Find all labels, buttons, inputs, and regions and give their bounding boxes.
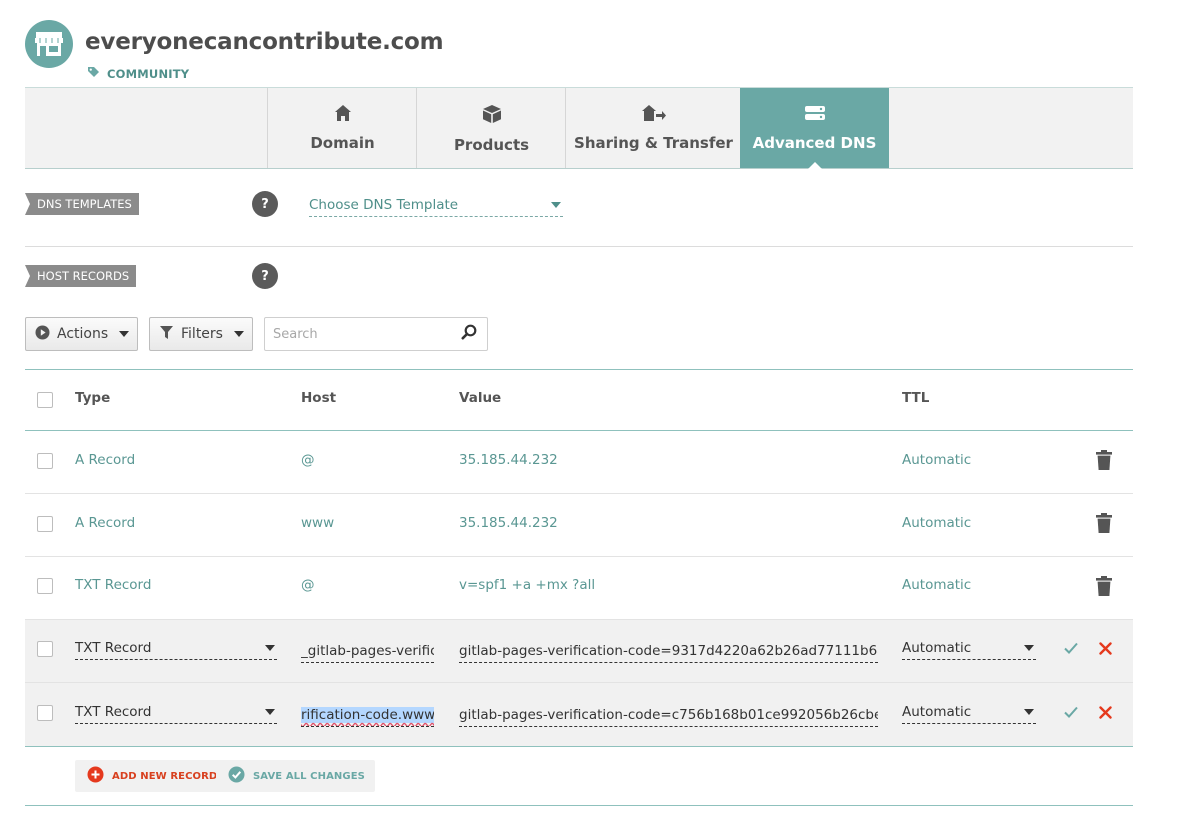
tab-label: Advanced DNS — [752, 134, 877, 152]
ttl-select-value: Automatic — [902, 703, 972, 720]
active-tab-pointer — [807, 162, 822, 169]
record-type-select-value: TXT Record — [75, 639, 152, 656]
chevron-down-icon — [1024, 644, 1034, 651]
home-icon — [334, 104, 352, 126]
host-input[interactable]: _gitlab-pages-verific — [301, 639, 434, 663]
search-icon[interactable] — [461, 324, 477, 344]
record-type[interactable]: A Record — [75, 515, 135, 531]
chevron-down-icon — [1024, 708, 1034, 715]
row-checkbox[interactable] — [37, 641, 53, 657]
table-row[interactable]: A Record @ 35.185.44.232 Automatic — [25, 431, 1133, 494]
trash-icon[interactable] — [1096, 450, 1112, 470]
select-all-checkbox[interactable] — [37, 392, 53, 408]
tab-label: Domain — [310, 134, 375, 152]
trash-icon[interactable] — [1096, 576, 1112, 596]
column-header-value[interactable]: Value — [459, 390, 501, 406]
search-box — [264, 317, 488, 351]
chevron-down-icon — [233, 331, 244, 337]
actions-label: Actions — [57, 326, 109, 342]
domain-title: everyonecancontribute.com — [85, 29, 444, 55]
record-host[interactable]: @ — [301, 577, 315, 593]
record-value[interactable]: 35.185.44.232 — [459, 452, 558, 468]
column-header-ttl[interactable]: TTL — [902, 390, 929, 406]
table-row[interactable]: TXT Record @ v=spf1 +a +mx ?all Automati… — [25, 557, 1133, 620]
play-circle-icon — [35, 325, 50, 344]
table-top-border — [25, 369, 1133, 370]
table-row-editing[interactable]: TXT Record _gitlab-pages-verific gitlab-… — [25, 620, 1133, 683]
confirm-check-icon[interactable] — [1063, 640, 1079, 656]
house-transfer-icon — [641, 104, 667, 126]
filters-label: Filters — [181, 326, 223, 342]
confirm-check-icon[interactable] — [1063, 704, 1079, 720]
cancel-close-icon[interactable] — [1097, 704, 1113, 720]
add-new-record-label: ADD NEW RECORD — [112, 770, 218, 782]
save-all-changes-button[interactable]: SAVE ALL CHANGES — [216, 760, 375, 792]
check-circle-icon — [228, 766, 245, 787]
add-new-record-button[interactable]: ADD NEW RECORD — [75, 760, 228, 792]
record-host[interactable]: www — [301, 515, 334, 531]
row-checkbox[interactable] — [37, 705, 53, 721]
table-bottom-border — [25, 746, 1133, 747]
domain-tag[interactable]: COMMUNITY — [87, 64, 189, 83]
domain-tabs: Domain Products Sharing & Transfer Advan… — [25, 87, 1133, 169]
section-divider — [25, 246, 1133, 247]
table-row[interactable]: A Record www 35.185.44.232 Automatic — [25, 494, 1133, 557]
record-host[interactable]: @ — [301, 452, 315, 468]
tab-domain[interactable]: Domain — [267, 88, 417, 168]
row-checkbox[interactable] — [37, 578, 53, 594]
record-ttl[interactable]: Automatic — [902, 577, 971, 593]
filters-button[interactable]: Filters — [149, 317, 253, 351]
tab-products[interactable]: Products — [416, 88, 566, 168]
row-checkbox[interactable] — [37, 516, 53, 532]
save-all-changes-label: SAVE ALL CHANGES — [253, 770, 365, 782]
host-records-label: HOST RECORDS — [25, 265, 137, 287]
host-input-selected-text: rification-code.www — [301, 707, 434, 723]
search-input[interactable] — [273, 326, 461, 342]
trash-icon[interactable] — [1096, 513, 1112, 533]
dns-templates-help-icon[interactable]: ? — [252, 191, 278, 217]
tab-label: Products — [453, 136, 530, 154]
record-ttl[interactable]: Automatic — [902, 452, 971, 468]
record-value[interactable]: 35.185.44.232 — [459, 515, 558, 531]
value-input[interactable]: gitlab-pages-verification-code=9317d4220… — [459, 639, 878, 663]
plus-circle-icon — [87, 766, 104, 787]
tab-label: Sharing & Transfer — [574, 134, 733, 152]
server-icon — [803, 104, 827, 126]
record-value[interactable]: v=spf1 +a +mx ?all — [459, 577, 595, 593]
column-header-type[interactable]: Type — [75, 390, 110, 406]
column-header-host[interactable]: Host — [301, 390, 336, 406]
actions-button[interactable]: Actions — [25, 317, 138, 351]
table-row-editing[interactable]: TXT Record rification-code.www gitlab-pa… — [25, 683, 1133, 746]
tag-icon — [87, 64, 100, 83]
chevron-down-icon — [551, 201, 561, 208]
value-input[interactable]: gitlab-pages-verification-code=c756b168b… — [459, 703, 878, 727]
chevron-down-icon — [265, 708, 275, 715]
record-ttl[interactable]: Automatic — [902, 515, 971, 531]
chevron-down-icon — [119, 331, 130, 337]
record-type-select[interactable]: TXT Record — [75, 700, 277, 724]
record-type-select-value: TXT Record — [75, 703, 152, 720]
tab-sharing-transfer[interactable]: Sharing & Transfer — [565, 88, 741, 168]
ttl-select[interactable]: Automatic — [902, 700, 1036, 724]
box-icon — [482, 104, 502, 128]
ttl-select-value: Automatic — [902, 639, 972, 656]
footer-border — [25, 805, 1133, 806]
store-icon — [25, 20, 73, 68]
host-records-help-icon[interactable]: ? — [252, 263, 278, 289]
record-type-select[interactable]: TXT Record — [75, 636, 277, 660]
ttl-select[interactable]: Automatic — [902, 636, 1036, 660]
host-input[interactable]: rification-code.www — [301, 703, 434, 727]
tab-advanced-dns[interactable]: Advanced DNS — [740, 88, 889, 169]
dns-template-select-value: Choose DNS Template — [309, 196, 459, 213]
tag-label: COMMUNITY — [107, 66, 190, 81]
dns-templates-label: DNS TEMPLATES — [25, 193, 139, 215]
filter-icon — [159, 325, 174, 344]
row-checkbox[interactable] — [37, 453, 53, 469]
domain-header: everyonecancontribute.com COMMUNITY — [25, 20, 1133, 88]
record-type[interactable]: TXT Record — [75, 577, 151, 593]
cancel-close-icon[interactable] — [1097, 640, 1113, 656]
chevron-down-icon — [265, 644, 275, 651]
dns-template-select[interactable]: Choose DNS Template — [309, 193, 563, 217]
record-type[interactable]: A Record — [75, 452, 135, 468]
